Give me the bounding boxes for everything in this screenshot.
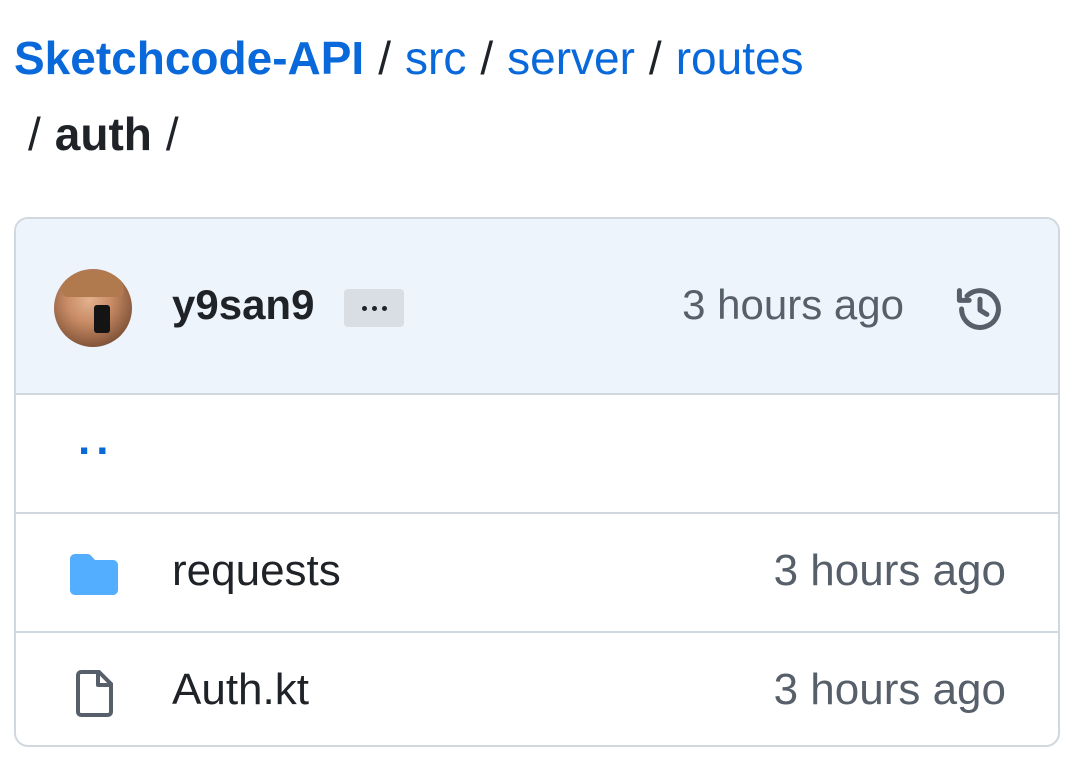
breadcrumb-current: auth (54, 108, 152, 160)
file-browser: y9san9 3 hours ago .. requests 3 hours a… (14, 217, 1060, 747)
breadcrumb-link-routes[interactable]: routes (676, 32, 804, 84)
file-time[interactable]: 3 hours ago (774, 546, 1006, 596)
commit-author[interactable]: y9san9 (172, 281, 314, 329)
history-icon[interactable] (954, 283, 1006, 335)
list-item[interactable]: Auth.kt 3 hours ago (16, 633, 1058, 745)
latest-commit-bar: y9san9 3 hours ago (16, 219, 1058, 395)
file-name[interactable]: requests (172, 546, 341, 596)
commit-time[interactable]: 3 hours ago (682, 281, 904, 329)
breadcrumb-separator: / (165, 108, 179, 160)
list-item[interactable]: requests 3 hours ago (16, 514, 1058, 633)
breadcrumb-separator: / (28, 108, 41, 160)
commit-details-button[interactable] (344, 289, 404, 327)
file-time[interactable]: 3 hours ago (774, 665, 1006, 715)
breadcrumb-separator: / (378, 32, 391, 84)
breadcrumb-link-src[interactable]: src (405, 32, 466, 84)
parent-directory-row[interactable]: .. (16, 395, 1058, 514)
breadcrumb-link-server[interactable]: server (507, 32, 635, 84)
breadcrumb-repo-link[interactable]: Sketchcode-API (14, 32, 364, 84)
breadcrumb-separator: / (480, 32, 494, 84)
parent-directory-link[interactable]: .. (78, 415, 114, 465)
file-name[interactable]: Auth.kt (172, 665, 309, 715)
folder-icon (70, 554, 118, 595)
breadcrumb-line-2: / auth / (14, 96, 1064, 172)
breadcrumb-separator: / (648, 32, 662, 84)
avatar[interactable] (54, 269, 132, 347)
file-icon (76, 670, 113, 717)
breadcrumb: Sketchcode-API / src / server / routes / auth / (14, 20, 1064, 172)
